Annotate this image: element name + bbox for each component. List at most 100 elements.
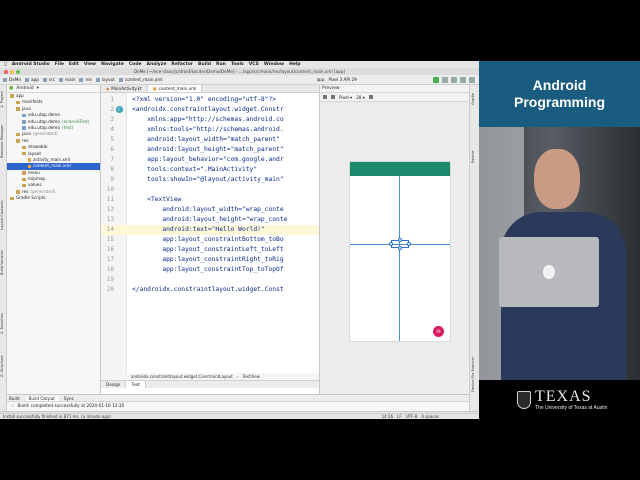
file-encoding[interactable]: UTF-8 [406, 414, 418, 419]
code-line[interactable]: 6 android:layout_height="match_parent" [101, 145, 319, 155]
build-message-row[interactable]: ✓ Build: completed successfully at 2020-… [7, 402, 469, 409]
run-icon[interactable] [433, 77, 439, 83]
breadcrumb-item[interactable]: app [25, 77, 39, 82]
api-dropdown[interactable]: 28 ▾ [356, 95, 365, 100]
menu-item[interactable]: Window [264, 62, 284, 67]
tab-mainactivity[interactable]: ◆ MainActivity.kt [101, 85, 148, 92]
code-line[interactable]: 3 xmlns:app="http://schemas.android.co [101, 115, 319, 125]
code-line[interactable]: 4 xmlns:tools="http://schemas.android. [101, 125, 319, 135]
resize-handle[interactable] [398, 246, 402, 250]
breadcrumb-item[interactable]: res [79, 77, 92, 82]
code-line[interactable]: 5 android:layout_width="match_parent" [101, 135, 319, 145]
menu-item[interactable]: Analyze [147, 62, 167, 67]
apple-icon[interactable]:  [4, 62, 7, 67]
menu-item[interactable]: Tools [231, 62, 244, 67]
cursor-position[interactable]: 14:26 [382, 414, 394, 419]
theme-icon[interactable] [368, 95, 373, 99]
breadcrumb-item[interactable]: androidx.constraintlayout.widget.Constra… [131, 374, 233, 379]
status-bar: Install successfully finished in 871 ms.… [0, 413, 479, 419]
code-line[interactable]: 9 tools:showIn="@layout/activity_main" [101, 175, 319, 185]
code-area[interactable]: 1 <?xml version="1.0" encoding="utf-8"?> 2… [101, 93, 319, 373]
menu-item[interactable]: Run [216, 62, 226, 67]
sync-icon[interactable] [451, 77, 457, 83]
tab-design[interactable]: Design [101, 381, 127, 388]
line-number: 13 [106, 216, 114, 223]
breadcrumb-item[interactable]: layout [95, 77, 115, 82]
resize-handle[interactable] [389, 242, 393, 246]
line-number: 19 [106, 276, 114, 283]
menu-item[interactable]: VCS [249, 62, 259, 67]
close-window-button[interactable] [4, 69, 8, 74]
project-tool-tab[interactable]: 1: Project [0, 87, 7, 113]
code-line[interactable]: 17 app:layout_constraintRight_toRig [101, 255, 319, 265]
code-line[interactable]: 2 <androidx.constraintlayout.widget.Const… [101, 105, 319, 115]
breadcrumb-item[interactable]: main [59, 77, 75, 82]
menu-item[interactable]: View [84, 62, 96, 67]
tab-build-output[interactable]: Build Output [25, 395, 58, 401]
breadcrumb-item[interactable]: content_main.xml [118, 77, 163, 82]
indent-setting[interactable]: 4 spaces [421, 414, 439, 419]
mail-fab[interactable]: ✉ [433, 326, 444, 337]
code-line[interactable]: 20 </androidx.constraintlayout.widget.Con… [101, 285, 319, 295]
status-right: 14:26 LF UTF-8 4 spaces [382, 414, 439, 419]
layout-captures-tab[interactable]: Layout Captures [0, 195, 7, 235]
breadcrumb-item[interactable]: DeMe [3, 77, 21, 82]
tree-item[interactable]: Gradle Scripts [7, 195, 100, 201]
code-line[interactable]: 7 app:layout_behavior="com.google.andr [101, 155, 319, 165]
tab-build[interactable]: Build [9, 396, 20, 401]
favorites-tab[interactable]: 2: Favorites [0, 307, 7, 341]
debug-icon[interactable] [442, 77, 448, 83]
code-line[interactable]: 19 [101, 275, 319, 285]
orientation-icon[interactable] [331, 95, 335, 99]
file-icon [118, 77, 123, 82]
menu-item[interactable]: Edit [69, 62, 79, 67]
menu-item[interactable]: Navigate [101, 62, 124, 67]
minimize-window-button[interactable] [10, 69, 14, 74]
resource-manager-tab[interactable]: Resource Manager [0, 119, 7, 163]
code-line[interactable]: 15 app:layout_constraintBottom_toBo [101, 235, 319, 245]
project-view-selector[interactable]: ■ Android ▾ [7, 85, 100, 93]
menu-item[interactable]: Refactor [171, 62, 193, 67]
ut-seal-icon [517, 390, 531, 409]
folder-icon [22, 151, 26, 156]
avd-manager-icon[interactable] [460, 77, 466, 83]
resize-handle[interactable] [407, 242, 411, 246]
build-variants-tab[interactable]: Build Variants [0, 243, 7, 283]
code-line[interactable]: 14 android:text="Hello World!" [101, 225, 319, 235]
code-editor: ◆ MainActivity.kt ■ content_main.xml 1 <?xm… [101, 85, 319, 394]
tab-text[interactable]: Text [126, 381, 146, 388]
menu-item[interactable]: File [55, 62, 64, 67]
search-icon[interactable] [469, 77, 475, 83]
line-number: 9 [110, 176, 114, 183]
zoom-window-button[interactable] [16, 69, 20, 74]
tab-sync[interactable]: Sync [64, 396, 74, 401]
device-file-explorer-tab[interactable]: Device File Explorer [471, 349, 478, 399]
gradle-tab[interactable]: Gradle [471, 89, 478, 109]
code-line[interactable]: 16 app:layout_constraintLeft_toLeft [101, 245, 319, 255]
menu-item[interactable]: Build [198, 62, 211, 67]
code-line[interactable]: 8 tools:context=".MainActivity" [101, 165, 319, 175]
palette-tab[interactable]: Palette [471, 145, 478, 169]
code-line[interactable]: 18 app:layout_constraintTop_toTopOf [101, 265, 319, 275]
code-line[interactable]: 11 <TextView [101, 195, 319, 205]
line-number: 14 [106, 226, 114, 233]
code-line[interactable]: 12 android:layout_width="wrap_conte [101, 205, 319, 215]
line-separator[interactable]: LF [397, 414, 402, 419]
resize-handle[interactable] [398, 238, 402, 242]
menu-item[interactable]: Help [289, 62, 301, 67]
device-select[interactable]: Pixel 3 API 29 [328, 77, 356, 82]
device-dropdown[interactable]: Pixel ▾ [339, 95, 352, 100]
breadcrumb-item[interactable]: src [42, 77, 55, 82]
code-line[interactable]: 10 [101, 185, 319, 195]
left-tool-strip: 1: Project Resource Manager Layout Captu… [0, 85, 7, 411]
class-marker-icon[interactable]: C [116, 106, 123, 113]
code-line[interactable]: 13 android:layout_height="wrap_conte [101, 215, 319, 225]
run-config-select[interactable]: app [317, 77, 325, 82]
design-surface-icon[interactable] [323, 95, 327, 99]
structure-tab[interactable]: Z: Structure [0, 349, 7, 383]
code-line[interactable]: 1 <?xml version="1.0" encoding="utf-8"?> [101, 95, 319, 105]
breadcrumb-item[interactable]: TextView [242, 374, 260, 379]
menu-item[interactable]: Code [129, 62, 142, 67]
menu-app-name[interactable]: Android Studio [12, 62, 50, 67]
tab-content-main[interactable]: ■ content_main.xml [147, 85, 203, 92]
